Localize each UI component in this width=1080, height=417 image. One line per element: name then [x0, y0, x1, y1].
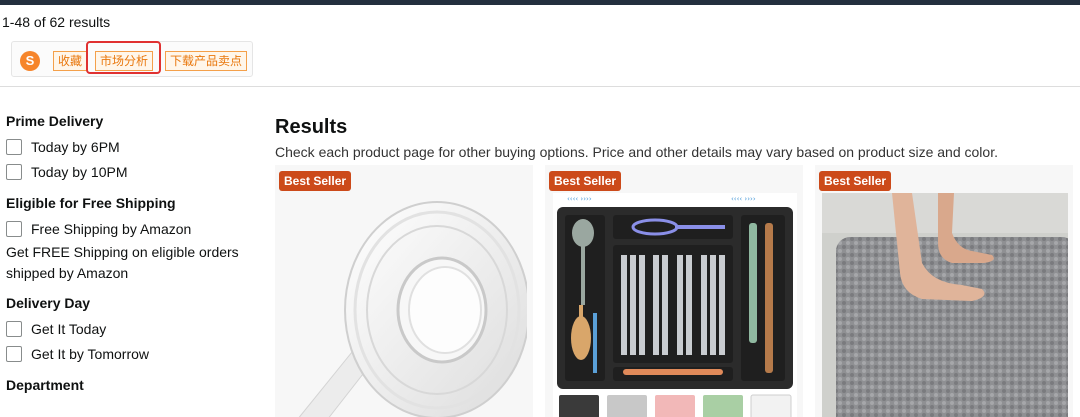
checkbox[interactable] [6, 163, 22, 180]
checkbox[interactable] [6, 220, 22, 237]
download-selling-points-button[interactable]: 下载产品卖点 [165, 51, 248, 71]
results-subtitle: Check each product page for other buying… [275, 144, 998, 160]
best-seller-badge: Best Seller [819, 171, 892, 191]
plugin-logo-icon[interactable]: S [20, 51, 40, 71]
filter-sidebar: Prime Delivery Today by 6PM Today by 10P… [6, 113, 256, 398]
filter-option-get-it-today[interactable]: Get It Today [6, 316, 256, 341]
filter-heading-department: Department [6, 377, 84, 393]
filter-option-label: Today by 10PM [31, 163, 128, 180]
results-section: Results Check each product page for othe… [275, 115, 1075, 160]
product-image-drawer-organizer[interactable]: ‹‹‹‹ ›››› ‹‹‹‹ ›››› [553, 193, 797, 417]
product-image-tape[interactable] [287, 195, 527, 417]
top-nav-bar [0, 0, 1080, 5]
free-shipping-note: Get FREE Shipping on eligible orders shi… [6, 244, 239, 281]
results-title: Results [275, 116, 348, 138]
product-card-drawer-organizer[interactable]: ‹‹‹‹ ›››› ‹‹‹‹ ›››› Best Seller [545, 165, 803, 417]
filter-heading-delivery-day: Delivery Day [6, 295, 91, 311]
favorite-button[interactable]: 收藏 [53, 51, 88, 71]
results-count: 1-48 of 62 results [2, 14, 111, 30]
filter-option-label: Get It by Tomorrow [31, 345, 150, 362]
product-card-bath-mat[interactable]: Best Seller [815, 165, 1073, 417]
header-divider [0, 86, 1080, 87]
product-image-bath-mat[interactable] [822, 193, 1068, 417]
svg-text:‹‹‹‹ ››››: ‹‹‹‹ ›››› [567, 195, 592, 203]
filter-option-today-10pm[interactable]: Today by 10PM [6, 159, 256, 184]
filter-option-get-it-tomorrow[interactable]: Get It by Tomorrow [6, 341, 256, 366]
best-seller-badge: Best Seller [279, 171, 352, 191]
filter-option-label: Get It Today [31, 320, 107, 337]
filter-heading-free-shipping: Eligible for Free Shipping [6, 195, 176, 211]
checkbox[interactable] [6, 345, 22, 362]
filter-heading-prime-delivery: Prime Delivery [6, 113, 104, 129]
filter-option-label: Free Shipping by Amazon [31, 220, 192, 237]
best-seller-badge: Best Seller [549, 171, 622, 191]
checkbox[interactable] [6, 320, 22, 337]
checkbox[interactable] [6, 138, 22, 155]
highlight-annotation [86, 41, 161, 74]
filter-option-free-shipping[interactable]: Free Shipping by Amazon [6, 216, 256, 241]
product-card-tape[interactable]: Best Seller [275, 165, 533, 417]
filter-option-label: Today by 6PM [31, 138, 120, 155]
filter-option-today-6pm[interactable]: Today by 6PM [6, 134, 256, 159]
svg-text:‹‹‹‹ ››››: ‹‹‹‹ ›››› [731, 195, 756, 203]
